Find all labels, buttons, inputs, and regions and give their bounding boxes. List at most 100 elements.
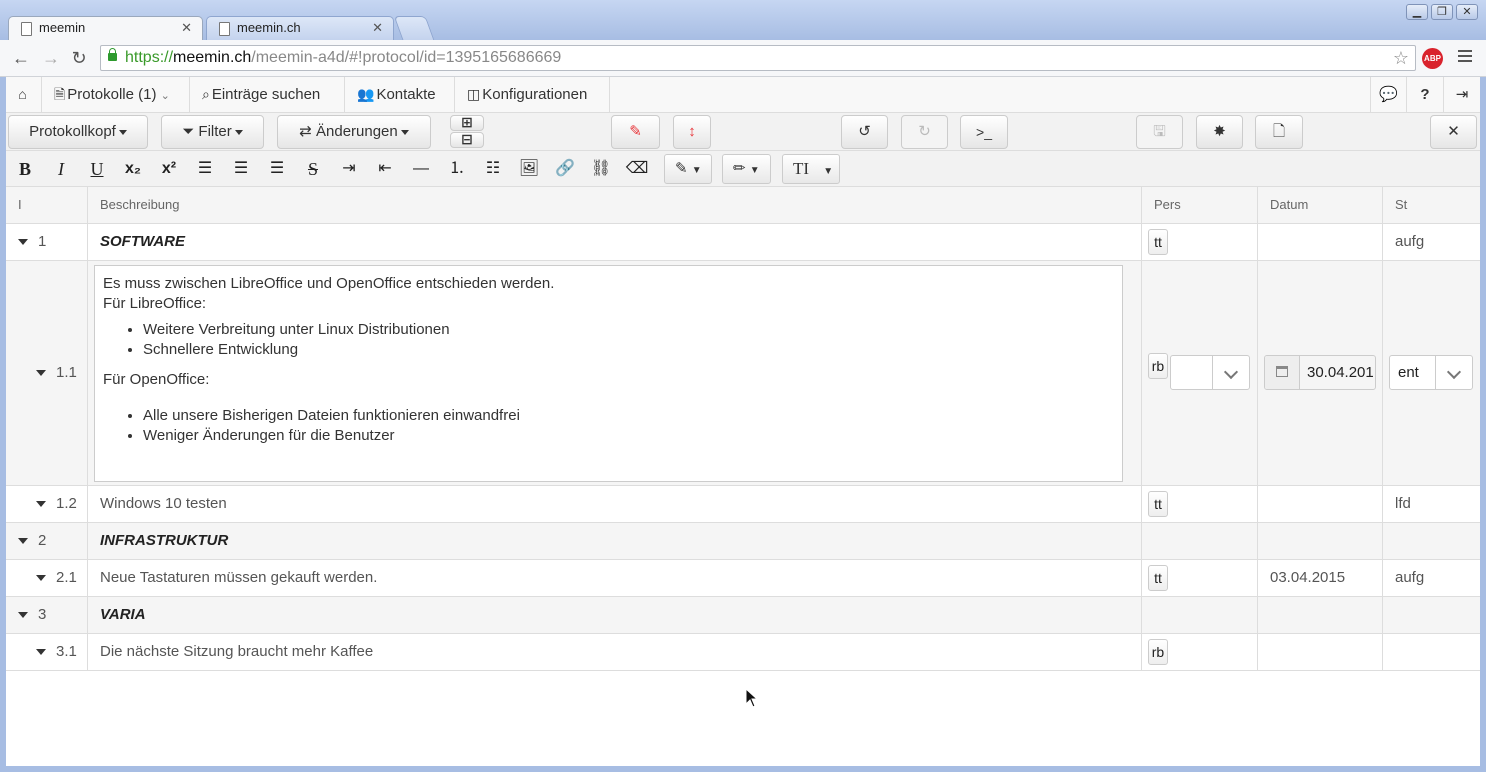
collapse-toggle-icon[interactable] [18, 239, 28, 245]
minimize-icon[interactable]: ▁ [1406, 4, 1428, 20]
collapse-toggle-icon[interactable] [18, 538, 28, 544]
redo-button[interactable]: ↻ [901, 115, 948, 149]
collapse-toggle-icon[interactable] [36, 649, 46, 655]
aenderungen-dropdown[interactable]: ⇄ Änderungen [277, 115, 431, 149]
status-cell[interactable] [1383, 597, 1480, 633]
bookmark-star-icon[interactable]: ☆ [1393, 46, 1409, 70]
description-cell[interactable]: SOFTWARE [88, 224, 1142, 260]
expand-button[interactable]: ⊞ [450, 115, 484, 131]
person-cell[interactable]: tt [1142, 224, 1258, 260]
home-button[interactable]: ⌂ [6, 77, 42, 112]
person-badge[interactable]: rb [1148, 353, 1168, 379]
table-row[interactable]: 2.1 Neue Tastaturen müssen gekauft werde… [6, 560, 1480, 597]
header-nr[interactable]: I [6, 187, 88, 223]
browser-menu-icon[interactable] [1458, 50, 1472, 65]
person-cell[interactable]: rb [1142, 634, 1258, 670]
unlink-button[interactable]: ⛓ [586, 155, 616, 183]
person-select[interactable] [1170, 355, 1250, 390]
forward-icon[interactable]: → [40, 47, 62, 69]
browser-tab-meemin[interactable]: meemin ✕ [8, 16, 203, 40]
protokolle-menu[interactable]: 🗎 Protokolle (1) ⌄ [42, 77, 190, 112]
date-cell[interactable] [1258, 523, 1383, 559]
pdf-button[interactable]: 🗋 [1255, 115, 1303, 149]
align-right-button[interactable]: ☰ [262, 155, 292, 183]
date-cell[interactable]: 30.04.201 [1258, 261, 1383, 485]
description-cell[interactable]: Es muss zwischen LibreOffice und OpenOff… [88, 261, 1142, 485]
help-button[interactable]: ? [1406, 77, 1443, 112]
adblock-icon[interactable]: ABP [1422, 48, 1443, 69]
close-button[interactable]: ✕ [1430, 115, 1477, 149]
description-cell[interactable]: Die nächste Sitzung braucht mehr Kaffee [88, 634, 1142, 670]
date-input[interactable]: 30.04.201 [1264, 355, 1376, 390]
description-cell[interactable]: Windows 10 testen [88, 486, 1142, 522]
table-row[interactable]: 1.2 Windows 10 testen tt lfd [6, 486, 1480, 523]
strikethrough-button[interactable]: S [298, 155, 328, 183]
status-cell[interactable]: aufg [1383, 224, 1480, 260]
status-select[interactable]: ent [1389, 355, 1473, 390]
certificate-button[interactable]: ✸ [1196, 115, 1243, 149]
rich-text-editor[interactable]: Es muss zwischen LibreOffice und OpenOff… [94, 265, 1123, 482]
resize-vertical-button[interactable]: ↕ [673, 115, 711, 149]
person-badge[interactable]: rb [1148, 639, 1168, 665]
logout-button[interactable]: ⇥ [1443, 77, 1480, 112]
indent-button[interactable]: ⇥ [334, 155, 364, 183]
date-cell[interactable]: 03.04.2015 [1258, 560, 1383, 596]
reload-icon[interactable]: ↻ [68, 47, 90, 69]
person-cell[interactable]: tt [1142, 486, 1258, 522]
align-left-button[interactable]: ☰ [190, 155, 220, 183]
status-cell[interactable]: ent [1383, 261, 1480, 485]
close-window-icon[interactable]: ✕ [1456, 4, 1478, 20]
person-cell[interactable]: tt [1142, 560, 1258, 596]
table-row[interactable]: 2 INFRASTRUKTUR [6, 523, 1480, 560]
terminal-button[interactable]: >_ [960, 115, 1008, 149]
header-beschreibung[interactable]: Beschreibung [88, 187, 1142, 223]
collapse-toggle-icon[interactable] [18, 612, 28, 618]
person-badge[interactable]: tt [1148, 229, 1168, 255]
collapse-toggle-icon[interactable] [36, 501, 46, 507]
filter-dropdown[interactable]: ⏷ Filter [161, 115, 264, 149]
link-button[interactable]: 🔗 [550, 155, 580, 183]
person-badge[interactable]: tt [1148, 491, 1168, 517]
date-cell[interactable] [1258, 634, 1383, 670]
date-cell[interactable] [1258, 486, 1383, 522]
status-cell[interactable]: lfd [1383, 486, 1480, 522]
table-row[interactable]: 3.1 Die nächste Sitzung braucht mehr Kaf… [6, 634, 1480, 671]
maximize-icon[interactable]: ❐ [1431, 4, 1453, 20]
kontakte-link[interactable]: 👥 Kontakte [345, 77, 455, 112]
table-row[interactable]: 1 SOFTWARE tt aufg [6, 224, 1480, 261]
undo-button[interactable]: ↺ [841, 115, 888, 149]
ordered-list-button[interactable]: ⒈ [442, 155, 472, 183]
date-cell[interactable] [1258, 597, 1383, 633]
unordered-list-button[interactable]: ☷ [478, 155, 508, 183]
browser-tab-meemin-ch[interactable]: meemin.ch ✕ [206, 16, 394, 40]
status-cell[interactable]: aufg [1383, 560, 1480, 596]
protokollkopf-dropdown[interactable]: Protokollkopf [8, 115, 148, 149]
description-cell[interactable]: VARIA [88, 597, 1142, 633]
highlight-dropdown[interactable]: ✎ ▼ [664, 154, 712, 184]
header-st[interactable]: St [1383, 187, 1480, 223]
description-cell[interactable]: Neue Tastaturen müssen gekauft werden. [88, 560, 1142, 596]
bold-button[interactable]: B [10, 155, 40, 183]
konfigurationen-link[interactable]: ◫ Konfigurationen [455, 77, 610, 112]
back-icon[interactable]: ← [10, 47, 32, 69]
date-cell[interactable] [1258, 224, 1383, 260]
table-row-editing[interactable]: 1.1 Es muss zwischen LibreOffice und Ope… [6, 261, 1480, 486]
image-button[interactable]: 🖼 [514, 155, 544, 183]
header-datum[interactable]: Datum [1258, 187, 1383, 223]
collapse-toggle-icon[interactable] [36, 575, 46, 581]
status-cell[interactable] [1383, 634, 1480, 670]
comments-button[interactable]: 💬 [1370, 77, 1406, 112]
close-tab-icon[interactable]: ✕ [372, 17, 383, 39]
eraser-button[interactable]: ⌫ [622, 155, 652, 183]
person-cell[interactable]: rb [1142, 261, 1258, 485]
collapse-toggle-icon[interactable] [36, 370, 46, 376]
text-color-dropdown[interactable]: ✏ ▼ [722, 154, 771, 184]
new-tab-button[interactable] [393, 16, 435, 40]
status-cell[interactable] [1383, 523, 1480, 559]
calendar-icon[interactable] [1265, 356, 1300, 389]
outdent-button[interactable]: ⇤ [370, 155, 400, 183]
description-cell[interactable]: INFRASTRUKTUR [88, 523, 1142, 559]
font-size-dropdown[interactable]: TI ▼ [782, 154, 840, 184]
subscript-button[interactable]: x₂ [118, 155, 148, 183]
person-cell[interactable] [1142, 597, 1258, 633]
